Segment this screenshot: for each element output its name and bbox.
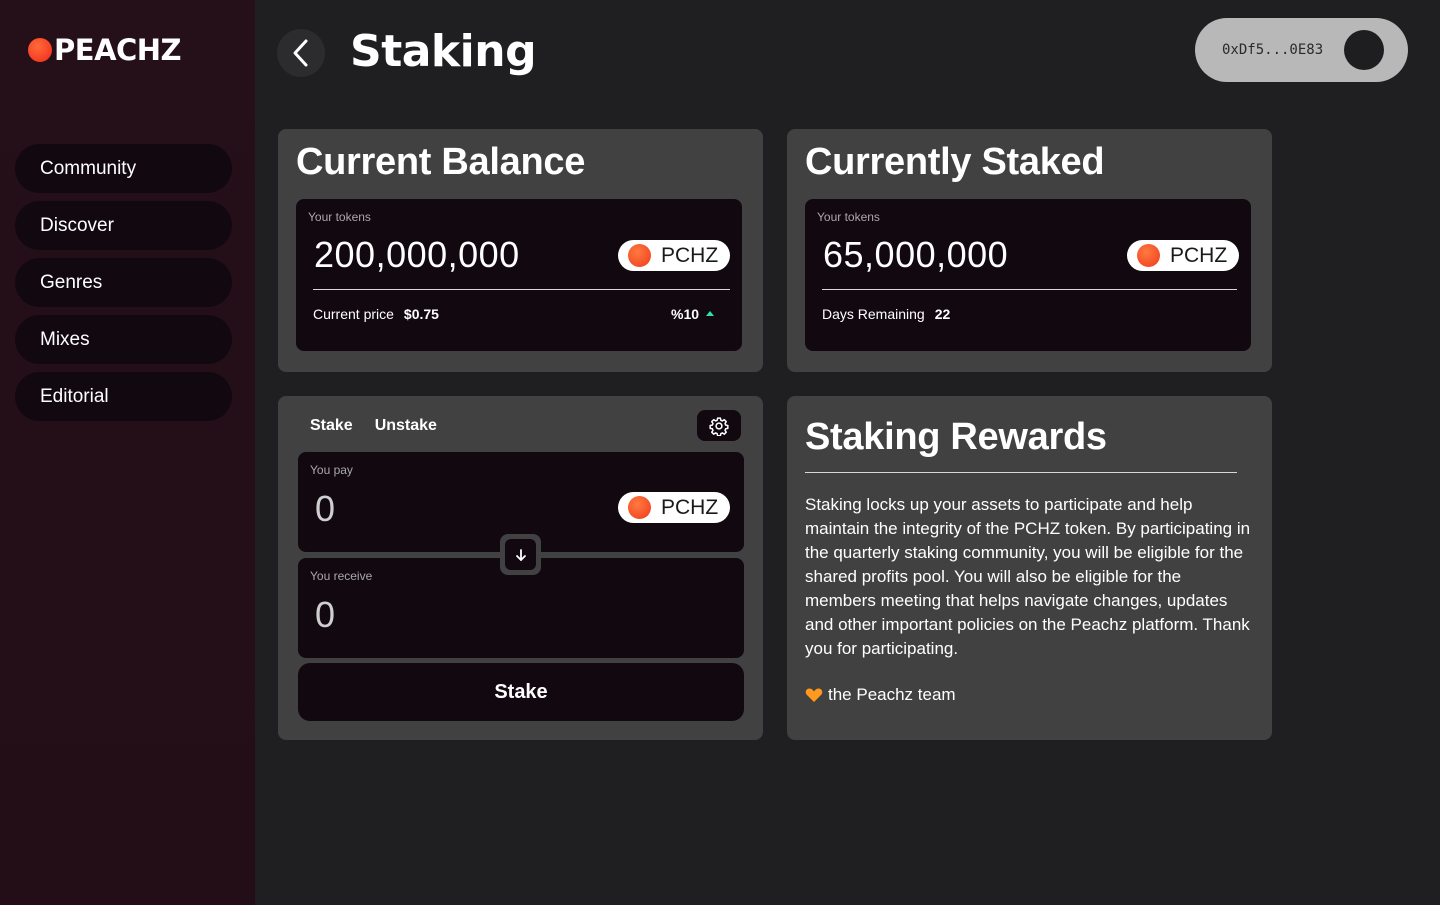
settings-button[interactable] <box>697 410 741 441</box>
sidebar-item-community[interactable]: Community <box>15 144 232 193</box>
stake-button[interactable]: Stake <box>298 663 744 721</box>
currently-staked-title: Currently Staked <box>805 141 1105 183</box>
you-receive-label: You receive <box>310 569 373 583</box>
rewards-description: Staking locks up your assets to particip… <box>805 495 1251 658</box>
stake-tabs: Stake Unstake <box>310 417 459 435</box>
you-pay-label: You pay <box>310 463 353 477</box>
token-symbol: PCHZ <box>661 495 719 519</box>
sidebar-nav: Community Discover Genres Mixes Editoria… <box>15 144 232 429</box>
heart-icon <box>805 688 823 702</box>
page-title: Staking <box>350 26 537 77</box>
logo-text: PEACHZ <box>54 33 182 67</box>
staked-amount: 65,000,000 <box>823 234 1009 275</box>
days-remaining-label: Days Remaining <box>822 306 925 322</box>
token-selector[interactable]: PCHZ <box>618 492 730 523</box>
pchz-token-icon <box>1137 244 1160 267</box>
signature: the Peachz team <box>805 685 956 705</box>
arrow-down-icon <box>515 548 526 561</box>
price-change: %10 <box>671 306 715 322</box>
current-balance-title: Current Balance <box>296 141 586 183</box>
tab-unstake[interactable]: Unstake <box>375 417 437 435</box>
wallet-button[interactable]: 0xDf5...0E83 <box>1195 18 1408 82</box>
back-button[interactable] <box>277 29 325 77</box>
divider <box>805 472 1237 473</box>
logo-dot-icon <box>28 38 52 62</box>
current-balance-card: Current Balance Your tokens 200,000,000 … <box>278 129 763 372</box>
days-remaining: Days Remaining 22 <box>822 306 950 322</box>
tab-stake[interactable]: Stake <box>310 417 353 435</box>
avatar <box>1344 30 1384 70</box>
gear-icon <box>709 416 729 436</box>
sidebar-item-mixes[interactable]: Mixes <box>15 315 232 364</box>
divider <box>822 289 1237 290</box>
current-price-value: $0.75 <box>403 306 439 322</box>
receive-amount: 0 <box>315 594 336 635</box>
logo[interactable]: PEACHZ <box>28 33 182 67</box>
sidebar-item-editorial[interactable]: Editorial <box>15 372 232 421</box>
sidebar-item-genres[interactable]: Genres <box>15 258 232 307</box>
staking-rewards-card: Staking Rewards Staking locks up your as… <box>787 396 1272 740</box>
currently-staked-card: Currently Staked Your tokens 65,000,000 … <box>787 129 1272 372</box>
your-tokens-label: Your tokens <box>308 210 371 224</box>
your-tokens-label: Your tokens <box>817 210 880 224</box>
sidebar: PEACHZ Community Discover Genres Mixes E… <box>0 0 255 905</box>
sidebar-item-discover[interactable]: Discover <box>15 201 232 250</box>
staked-panel: Your tokens 65,000,000 PCHZ Days Remaini… <box>805 199 1251 351</box>
token-symbol: PCHZ <box>661 243 719 267</box>
caret-up-icon <box>706 311 715 316</box>
balance-amount: 200,000,000 <box>314 234 520 275</box>
pchz-token-icon <box>628 496 651 519</box>
chevron-left-icon <box>293 39 308 67</box>
pay-amount-input[interactable]: 0 <box>315 488 335 530</box>
price-change-value: %10 <box>671 306 700 322</box>
pchz-token-icon <box>628 244 651 267</box>
token-badge: PCHZ <box>1127 240 1239 271</box>
current-price-label: Current price <box>313 306 394 322</box>
days-remaining-value: 22 <box>934 306 951 322</box>
signature-text: the Peachz team <box>828 685 956 704</box>
balance-panel: Your tokens 200,000,000 PCHZ Current pri… <box>296 199 742 351</box>
token-symbol: PCHZ <box>1170 243 1228 267</box>
stake-card: Stake Unstake You pay 0 PCHZ You receive… <box>278 396 763 740</box>
swap-direction-button[interactable] <box>500 534 541 575</box>
wallet-address: 0xDf5...0E83 <box>1222 42 1324 58</box>
current-price: Current price $0.75 <box>313 306 439 322</box>
token-badge: PCHZ <box>618 240 730 271</box>
divider <box>313 289 730 290</box>
staking-rewards-title: Staking Rewards <box>805 416 1107 458</box>
